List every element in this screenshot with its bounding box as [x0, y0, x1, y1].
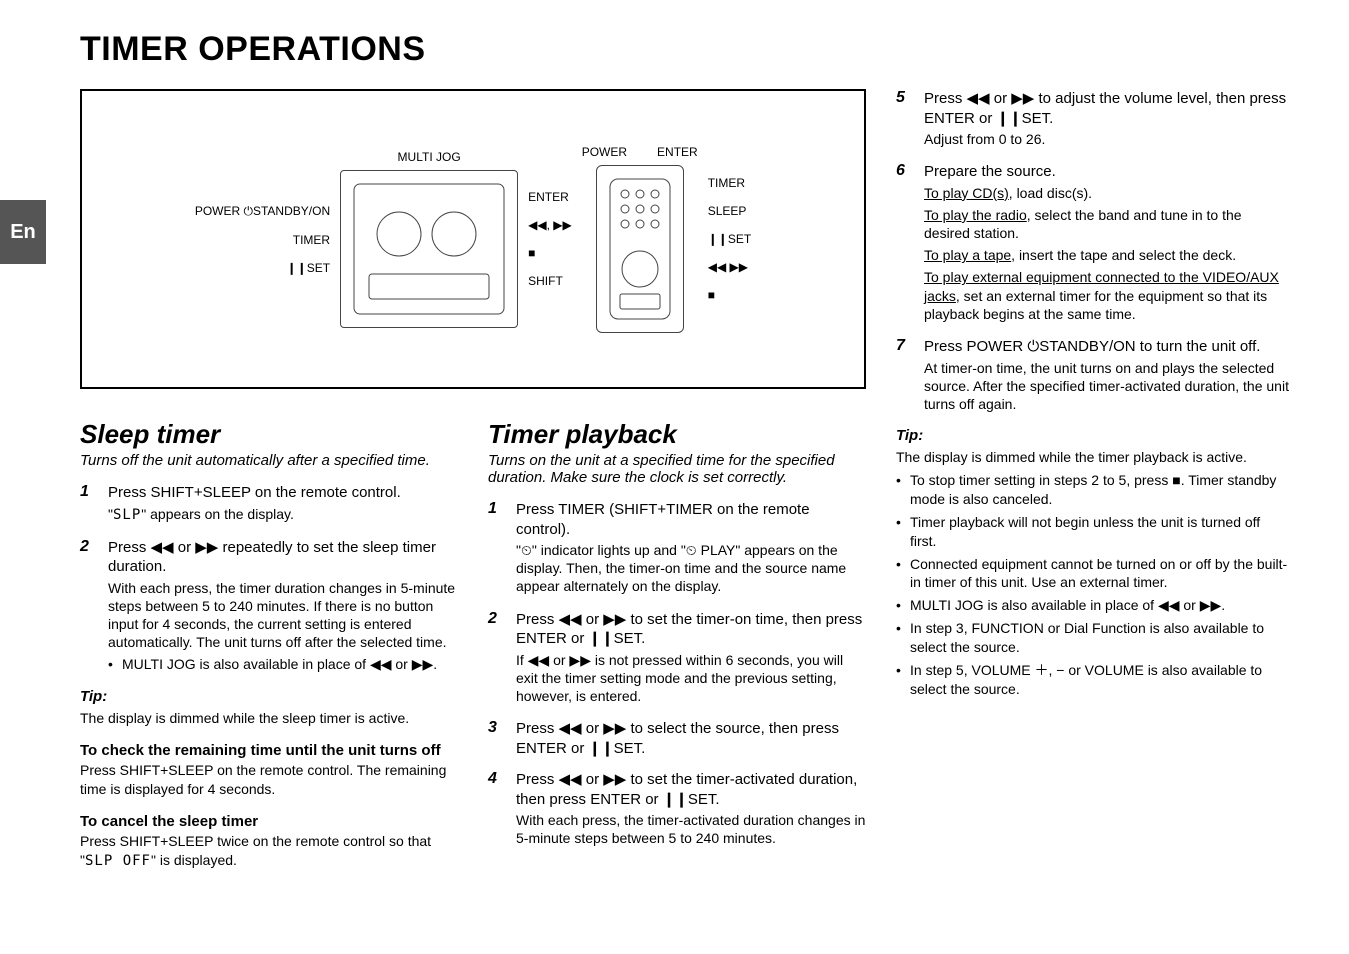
- tip-bullet: In step 3, FUNCTION or Dial Function is …: [896, 619, 1289, 657]
- step-number: 2: [80, 538, 98, 679]
- sleep-check-body: Press SHIFT+SLEEP on the remote control.…: [80, 761, 458, 799]
- playback-step4-action: Press ◀◀ or ▶▶ to set the timer-activate…: [516, 770, 866, 809]
- language-tab: En: [0, 200, 46, 264]
- playback-step5-action: Press ◀◀ or ▶▶ to adjust the volume leve…: [924, 89, 1289, 128]
- tip-label: Tip:: [896, 427, 1289, 444]
- callout-timer: TIMER: [293, 233, 330, 247]
- callout-stop-remote: ■: [708, 288, 715, 302]
- sleep-step1-note: "SLP" appears on the display.: [108, 505, 458, 524]
- callout-enter-remote-top: ENTER: [657, 145, 698, 159]
- sleep-timer-section: Sleep timer Turns off the unit automatic…: [80, 419, 458, 875]
- device-diagram: POWER ⏻STANDBY/ON TIMER ❙❙SET MULTI JOG: [80, 89, 866, 389]
- playback-step2-note: If ◀◀ or ▶▶ is not pressed within 6 seco…: [516, 651, 866, 706]
- playback-heading: Timer playback: [488, 419, 866, 450]
- playback-step2-action: Press ◀◀ or ▶▶ to set the timer-on time,…: [516, 610, 866, 649]
- callout-skip-remote: ◀◀ ▶▶: [708, 260, 748, 274]
- callout-enter-unit: ENTER: [528, 190, 569, 204]
- timer-playback-section-a: Timer playback Turns on the unit at a sp…: [488, 419, 866, 875]
- sleep-step1-action: Press SHIFT+SLEEP on the remote control.: [108, 483, 458, 503]
- playback-step4-note: With each press, the timer-activated dur…: [516, 811, 866, 847]
- sleep-cancel-body: Press SHIFT+SLEEP twice on the remote co…: [80, 832, 458, 871]
- remote-illustration: [596, 165, 684, 333]
- playback-subtitle: Turns on the unit at a specified time fo…: [488, 452, 866, 486]
- callout-stop-unit: ■: [528, 246, 535, 260]
- playback-step6-line1: To play CD(s), load disc(s).: [924, 184, 1289, 202]
- sleep-step2-bullet: MULTI JOG is also available in place of …: [108, 655, 458, 674]
- step-number: 1: [80, 483, 98, 528]
- playback-step1-note: "⏲" indicator lights up and "⏲ PLAY" app…: [516, 541, 866, 596]
- callout-set-remote: ❙❙SET: [708, 232, 751, 246]
- tip-bullet: Timer playback will not begin unless the…: [896, 513, 1289, 551]
- step-number: 3: [488, 719, 506, 760]
- callout-multi-jog: MULTI JOG: [398, 150, 461, 164]
- callout-shift: SHIFT: [528, 274, 563, 288]
- sleep-heading: Sleep timer: [80, 419, 458, 450]
- playback-step6-line2: To play the radio, select the band and t…: [924, 206, 1289, 242]
- sleep-check-heading: To check the remaining time until the un…: [80, 742, 458, 759]
- playback-step3-action: Press ◀◀ or ▶▶ to select the source, the…: [516, 719, 866, 758]
- playback-step6-action: Prepare the source.: [924, 162, 1289, 182]
- step-number: 6: [896, 162, 914, 327]
- playback-step7-action: Press POWER ⏻STANDBY/ON to turn the unit…: [924, 337, 1289, 357]
- playback-step6-line4: To play external equipment connected to …: [924, 268, 1289, 323]
- main-unit-illustration: [340, 170, 518, 328]
- diagram-right-callouts: TIMER SLEEP ❙❙SET ◀◀ ▶▶ ■: [708, 176, 751, 302]
- step-number: 1: [488, 500, 506, 600]
- playback-tip-bullets: To stop timer setting in steps 2 to 5, p…: [896, 471, 1289, 699]
- remote-icon: [605, 174, 675, 324]
- sleep-step2-note: With each press, the timer duration chan…: [108, 579, 458, 652]
- callout-sleep: SLEEP: [708, 204, 747, 218]
- stereo-icon: [349, 179, 509, 319]
- tip-bullet: In step 5, VOLUME ＋, − or VOLUME is also…: [896, 661, 1289, 699]
- page-title: TIMER OPERATIONS: [80, 30, 1289, 69]
- diagram-mid-callouts: ENTER ◀◀, ▶▶ ■ SHIFT: [528, 190, 572, 288]
- callout-skip-unit: ◀◀, ▶▶: [528, 218, 572, 232]
- tip-bullet: Connected equipment cannot be turned on …: [896, 555, 1289, 593]
- playback-step6-line3: To play a tape, insert the tape and sele…: [924, 246, 1289, 264]
- playback-step1-action: Press TIMER (SHIFT+TIMER on the remote c…: [516, 500, 866, 539]
- callout-power-standby: POWER ⏻STANDBY/ON: [195, 204, 330, 219]
- sleep-tip-body: The display is dimmed while the sleep ti…: [80, 709, 458, 728]
- step-number: 7: [896, 337, 914, 417]
- callout-timer-remote: TIMER: [708, 176, 745, 190]
- diagram-left-callouts: POWER ⏻STANDBY/ON TIMER ❙❙SET: [195, 204, 330, 275]
- playback-step5-note: Adjust from 0 to 26.: [924, 130, 1289, 148]
- step-number: 5: [896, 89, 914, 152]
- tip-bullet: MULTI JOG is also available in place of …: [896, 596, 1289, 615]
- playback-step7-note: At timer-on time, the unit turns on and …: [924, 359, 1289, 414]
- callout-set: ❙❙SET: [287, 261, 330, 275]
- step-number: 2: [488, 610, 506, 710]
- tip-label: Tip:: [80, 688, 458, 705]
- timer-playback-section-b: 5 Press ◀◀ or ▶▶ to adjust the volume le…: [896, 89, 1289, 875]
- sleep-cancel-heading: To cancel the sleep timer: [80, 813, 458, 830]
- sleep-step2-action: Press ◀◀ or ▶▶ repeatedly to set the sle…: [108, 538, 458, 577]
- playback-tip-body: The display is dimmed while the timer pl…: [896, 448, 1289, 467]
- sleep-subtitle: Turns off the unit automatically after a…: [80, 452, 458, 469]
- tip-bullet: To stop timer setting in steps 2 to 5, p…: [896, 471, 1289, 509]
- callout-power-remote: POWER: [582, 145, 627, 159]
- step-number: 4: [488, 770, 506, 851]
